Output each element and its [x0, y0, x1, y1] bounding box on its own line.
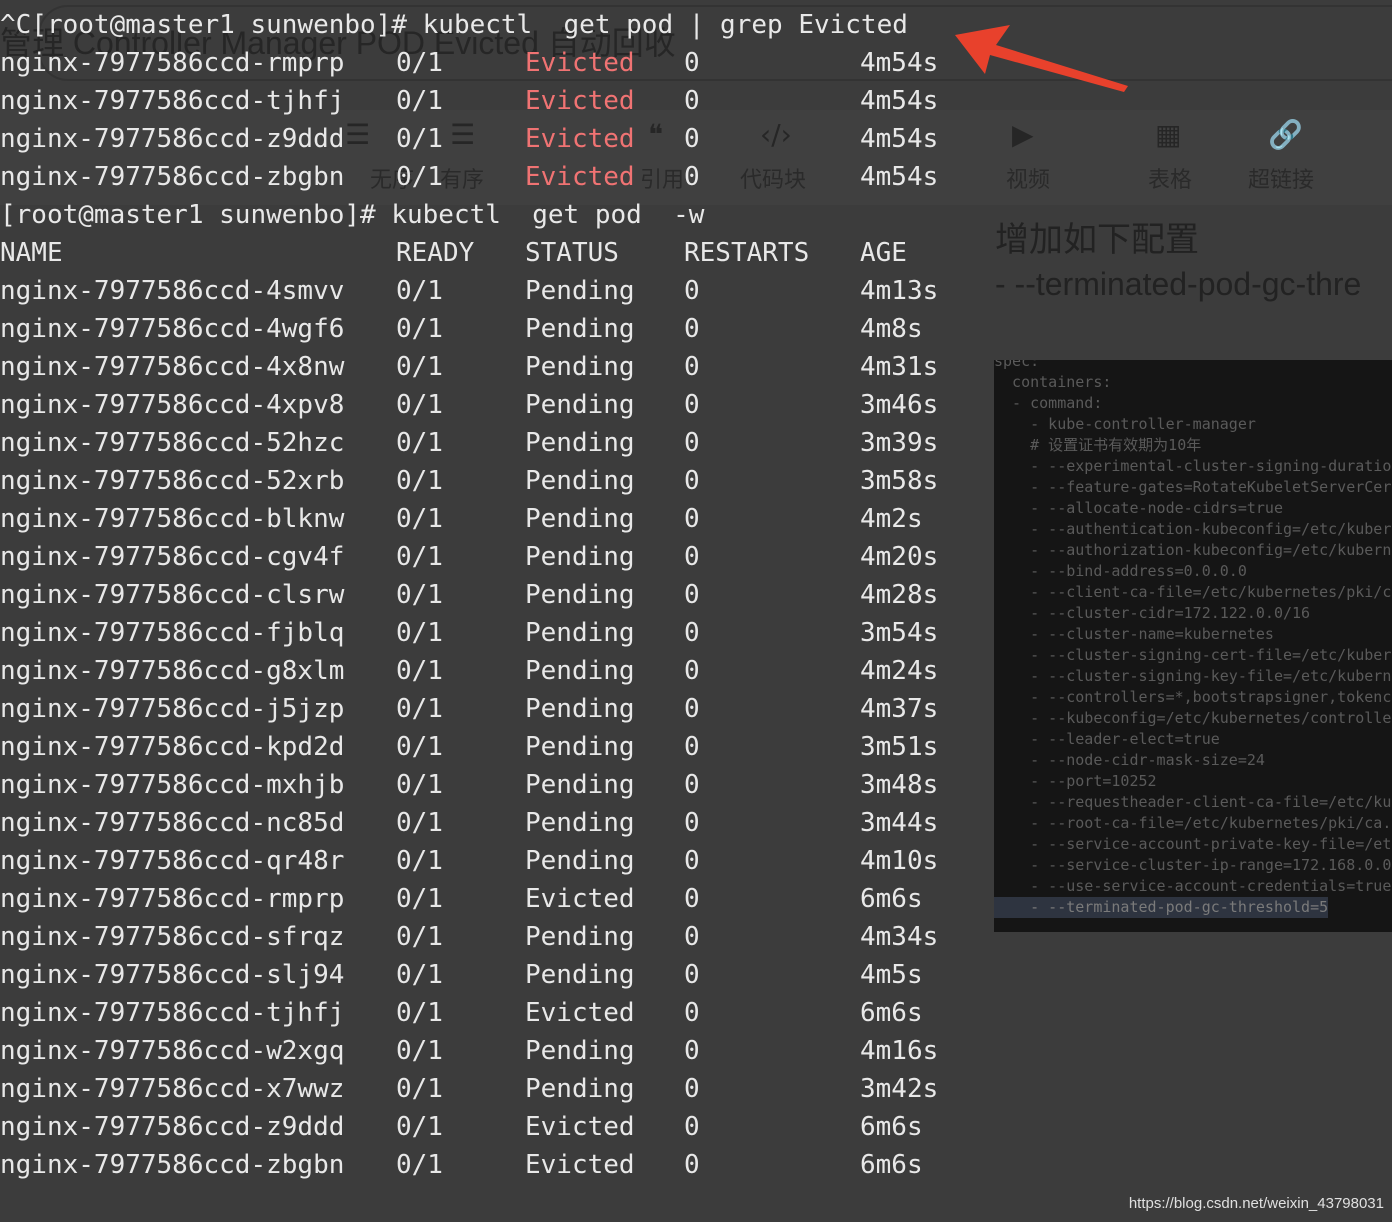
arrow-icon [955, 25, 1128, 92]
red-arrow-annotation [955, 25, 1128, 92]
watermark: https://blog.csdn.net/weixin_43798031 [1128, 1195, 1384, 1212]
